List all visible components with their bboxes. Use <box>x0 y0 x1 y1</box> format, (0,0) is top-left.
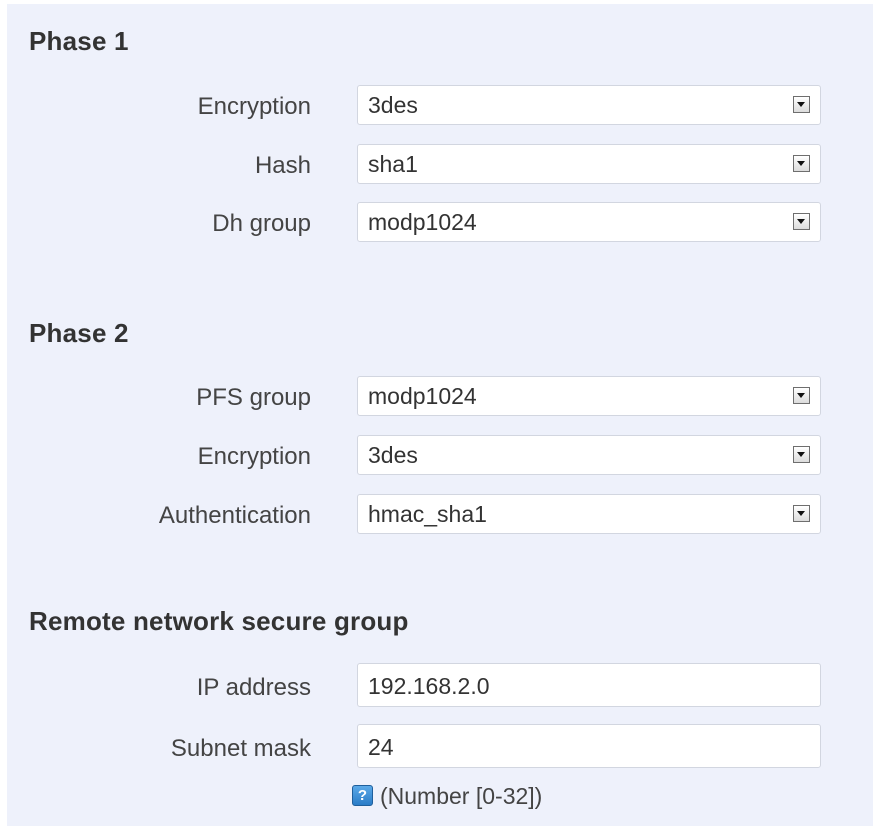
phase2-authentication-row: Authentication hmac_sha1 <box>7 494 873 536</box>
subnet-mask-value: 24 <box>368 734 394 760</box>
phase2-pfs-group-row: PFS group modp1024 <box>7 376 873 418</box>
phase1-hash-value: sha1 <box>368 151 418 177</box>
chevron-down-icon[interactable] <box>793 446 810 463</box>
phase1-encryption-select[interactable]: 3des <box>357 85 821 125</box>
ip-address-label: IP address <box>196 674 311 701</box>
phase1-hash-select[interactable]: sha1 <box>357 144 821 184</box>
phase1-dh-group-label: Dh group <box>212 210 311 237</box>
chevron-down-icon[interactable] <box>793 213 810 230</box>
phase2-authentication-select[interactable]: hmac_sha1 <box>357 494 821 534</box>
phase2-encryption-row: Encryption 3des <box>7 435 873 477</box>
subnet-mask-label: Subnet mask <box>170 735 311 762</box>
phase2-encryption-label: Encryption <box>197 443 311 470</box>
settings-panel: Phase 1 Encryption 3des Hash sha1 Dh gro… <box>7 4 873 826</box>
phase1-hash-row: Hash sha1 <box>7 144 873 186</box>
phase2-pfs-group-label: PFS group <box>196 384 311 411</box>
remote-group-title: Remote network secure group <box>29 606 409 636</box>
chevron-down-icon[interactable] <box>793 505 810 522</box>
phase1-encryption-value: 3des <box>368 92 418 118</box>
phase2-encryption-value: 3des <box>368 442 418 468</box>
chevron-down-icon[interactable] <box>793 96 810 113</box>
phase2-encryption-select[interactable]: 3des <box>357 435 821 475</box>
subnet-mask-input[interactable]: 24 <box>357 724 821 768</box>
phase2-pfs-group-value: modp1024 <box>368 383 477 409</box>
phase2-title: Phase 2 <box>29 318 129 348</box>
phase1-hash-label: Hash <box>254 152 311 179</box>
chevron-down-icon[interactable] <box>793 387 810 404</box>
subnet-mask-hint-text: (Number [0-32]) <box>380 783 543 809</box>
phase2-authentication-value: hmac_sha1 <box>368 501 487 527</box>
subnet-mask-row: Subnet mask 24 <box>7 724 873 768</box>
phase1-encryption-row: Encryption 3des <box>7 85 873 127</box>
ip-address-input[interactable]: 192.168.2.0 <box>357 663 821 707</box>
chevron-down-icon[interactable] <box>793 155 810 172</box>
phase1-dh-group-value: modp1024 <box>368 209 477 235</box>
phase1-title: Phase 1 <box>29 26 129 56</box>
phase1-dh-group-select[interactable]: modp1024 <box>357 202 821 242</box>
phase2-authentication-label: Authentication <box>158 502 311 529</box>
ip-address-value: 192.168.2.0 <box>368 673 490 699</box>
ip-address-row: IP address 192.168.2.0 <box>7 663 873 707</box>
question-icon[interactable]: ? <box>352 785 373 806</box>
phase1-encryption-label: Encryption <box>197 93 311 120</box>
phase1-dh-group-row: Dh group modp1024 <box>7 202 873 244</box>
phase2-pfs-group-select[interactable]: modp1024 <box>357 376 821 416</box>
